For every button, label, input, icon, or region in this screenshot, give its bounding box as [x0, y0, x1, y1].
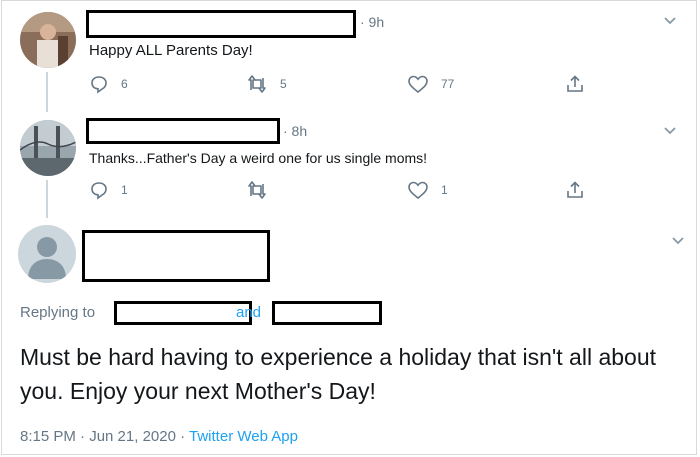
reply-count: 6	[121, 77, 128, 91]
tweet-source[interactable]: Twitter Web App	[189, 428, 298, 445]
like-button[interactable]: 1	[407, 180, 448, 200]
like-count: 77	[441, 77, 455, 91]
like-count: 1	[441, 183, 448, 197]
tweet-date[interactable]: 8:15 PM · Jun 21, 2020 ·	[20, 428, 185, 445]
chevron-down-icon[interactable]	[662, 14, 678, 32]
like-icon	[407, 74, 429, 94]
tweet-timestamp: 8:15 PM · Jun 21, 2020 · Twitter Web App	[20, 428, 298, 445]
avatar[interactable]	[20, 12, 76, 68]
redacted-mention[interactable]	[272, 301, 382, 325]
replying-to: Replying to and	[20, 301, 390, 325]
thread-line	[46, 72, 48, 112]
redacted-name	[86, 10, 356, 38]
tweet-time[interactable]: · 8h	[283, 123, 307, 139]
share-button[interactable]	[565, 74, 585, 94]
reply-button[interactable]: 6	[89, 74, 128, 94]
avatar[interactable]	[20, 120, 76, 176]
replying-prefix: Replying to	[20, 304, 96, 321]
avatar[interactable]	[18, 225, 76, 283]
share-icon	[565, 74, 585, 94]
tweet-actions: 6 5 77	[89, 74, 589, 96]
and-label: and	[236, 304, 262, 321]
chevron-down-icon[interactable]	[670, 234, 686, 252]
retweet-icon	[246, 74, 268, 94]
tweet-text: Happy ALL Parents Day!	[89, 42, 253, 59]
redacted-name	[86, 118, 280, 144]
like-icon	[407, 180, 429, 200]
retweet-button[interactable]: 5	[246, 74, 287, 94]
chevron-down-icon[interactable]	[662, 124, 678, 142]
share-button[interactable]	[565, 180, 585, 200]
retweet-icon	[246, 180, 268, 200]
redacted-name	[82, 230, 270, 282]
like-button[interactable]: 77	[407, 74, 454, 94]
reply-icon	[89, 180, 109, 200]
reply-count: 1	[121, 183, 128, 197]
thread-line	[46, 180, 48, 218]
main-tweet-text: Must be hard having to experience a holi…	[20, 344, 657, 404]
reply-icon	[89, 74, 109, 94]
tweet-text: Thanks...Father's Day a weird one for us…	[89, 150, 428, 166]
reply-button[interactable]: 1	[89, 180, 128, 200]
share-icon	[565, 180, 585, 200]
tweet-actions: 1 1	[89, 180, 589, 202]
redacted-mention[interactable]	[114, 301, 252, 325]
tweet-time[interactable]: · 9h	[360, 14, 384, 30]
retweet-button[interactable]	[246, 180, 268, 200]
retweet-count: 5	[280, 77, 287, 91]
